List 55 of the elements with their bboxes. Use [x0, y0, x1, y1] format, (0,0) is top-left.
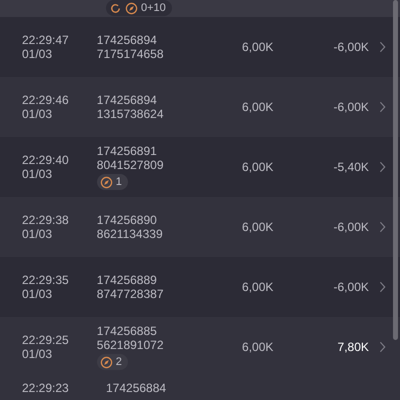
result-text: -6,00K — [332, 100, 369, 114]
compass-icon — [100, 356, 113, 368]
time-text: 22:29:40 — [22, 153, 70, 167]
time-text: 22:29:35 — [22, 273, 70, 287]
time-text: 22:29:25 — [22, 333, 70, 347]
date-text: 01/03 — [22, 287, 54, 301]
id-text: 174256885 — [96, 324, 158, 338]
id-text: 8621134339 — [96, 227, 164, 241]
badge-count: 0+10 — [141, 2, 166, 14]
date-text: 01/03 — [22, 47, 54, 61]
transaction-row[interactable]: 22:29:38 01/03 174256890 8621134339 6,00K -6,00K — [0, 197, 400, 257]
time-text: 22:29:47 — [22, 33, 70, 47]
id-text: 174256891 — [96, 144, 158, 158]
amount-text: 6,00K — [241, 40, 274, 54]
compass-icon — [125, 2, 138, 14]
result-text: 7,80K — [336, 340, 369, 354]
time-text: 22:29:23 — [22, 381, 70, 395]
amount-text: 6,00K — [241, 100, 274, 114]
scrollbar[interactable] — [393, 0, 398, 340]
result-text: -6,00K — [332, 220, 369, 234]
chevron-right-icon — [378, 101, 386, 113]
id-text: 174256890 — [96, 213, 158, 227]
refresh-icon — [109, 2, 122, 14]
badge-count: 2 — [116, 355, 122, 369]
id-text: 7175174658 — [96, 47, 165, 61]
id-text: 5621891072 — [96, 338, 165, 352]
id-text: 174256894 — [96, 93, 158, 107]
id-text: 1315738624 — [96, 107, 165, 121]
date-text: 01/03 — [22, 167, 54, 181]
id-text: 174256889 — [96, 273, 158, 287]
id-text: 174256884 — [106, 381, 168, 395]
chevron-right-icon — [378, 161, 386, 173]
id-text: 8041527809 — [96, 158, 165, 172]
result-text: -6,00K — [332, 40, 369, 54]
transaction-row[interactable]: 22:29:25 01/03 174256885 5621891072 2 6,00K 7,80K — [0, 317, 400, 377]
date-text: 01/03 — [22, 227, 54, 241]
chevron-right-icon — [378, 281, 386, 293]
transaction-row[interactable]: 22:29:46 01/03 174256894 1315738624 6,00K -6,00K — [0, 77, 400, 137]
chevron-right-icon — [378, 341, 386, 353]
amount-text: 6,00K — [241, 340, 274, 354]
amount-text: 6,00K — [241, 220, 274, 234]
chevron-right-icon — [378, 221, 386, 233]
id-text: 8747728387 — [96, 287, 165, 301]
result-text: -5,40K — [332, 160, 369, 174]
date-text: 01/03 — [22, 347, 54, 361]
amount-text: 6,00K — [241, 160, 274, 174]
amount-text: 6,00K — [241, 280, 274, 294]
id-text: 174256894 — [96, 33, 158, 47]
badge-count: 1 — [116, 175, 122, 189]
result-text: -6,00K — [332, 280, 369, 294]
chevron-right-icon — [378, 41, 386, 53]
time-text: 22:29:38 — [22, 213, 70, 227]
time-text: 22:29:46 — [22, 93, 70, 107]
compass-icon — [100, 176, 113, 188]
date-text: 01/03 — [22, 107, 54, 121]
